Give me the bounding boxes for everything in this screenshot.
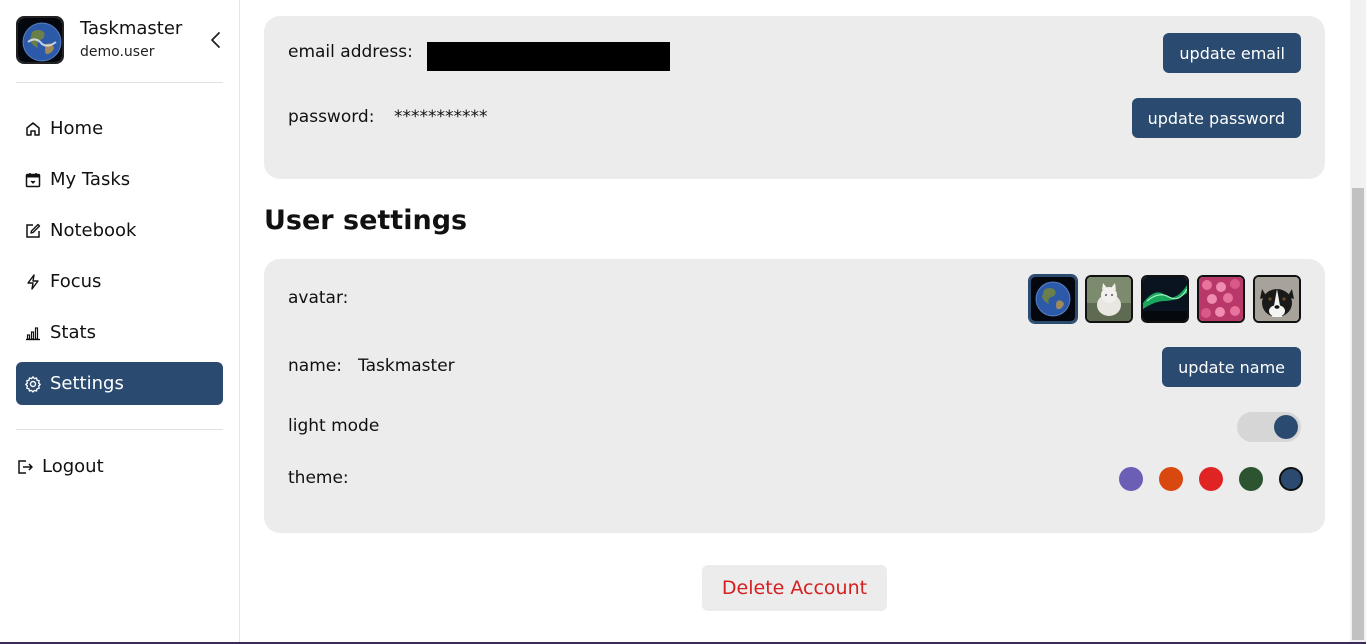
earth-icon — [18, 18, 62, 62]
sidebar-divider — [16, 429, 223, 430]
logout-button[interactable]: Logout — [16, 456, 104, 477]
profile-avatar — [16, 16, 64, 64]
email-label: email address: — [288, 42, 413, 62]
avatar-label: avatar: — [288, 288, 349, 308]
gear-icon — [25, 375, 41, 393]
sidebar-item-label: Focus — [50, 271, 102, 292]
avatar-option-aurora[interactable] — [1141, 275, 1189, 323]
account-card: email address: update email password: **… — [264, 16, 1325, 179]
theme-option-green[interactable] — [1239, 467, 1263, 491]
theme-option-purple[interactable] — [1119, 467, 1143, 491]
sidebar-item-my-tasks[interactable]: My Tasks — [16, 158, 223, 201]
update-email-button[interactable]: update email — [1163, 33, 1301, 73]
sidebar-item-label: My Tasks — [50, 169, 131, 190]
sidebar: Taskmaster demo.user Home My Tasks Noteb… — [0, 0, 240, 644]
sidebar-item-home[interactable]: Home — [16, 107, 223, 150]
avatar-option-cat[interactable] — [1085, 275, 1133, 323]
user-settings-title: User settings — [264, 205, 468, 236]
theme-label: theme: — [288, 468, 349, 488]
update-password-button[interactable]: update password — [1131, 98, 1301, 138]
sidebar-nav: Home My Tasks Notebook Focus Stats Setti… — [16, 107, 223, 413]
light-mode-toggle[interactable] — [1237, 412, 1301, 442]
logout-icon — [18, 459, 33, 474]
scrollbar-thumb[interactable] — [1352, 188, 1364, 640]
sidebar-item-focus[interactable]: Focus — [16, 260, 223, 303]
sidebar-item-label: Settings — [50, 373, 124, 394]
app: Taskmaster demo.user Home My Tasks Noteb… — [0, 0, 1366, 644]
theme-picker — [1119, 467, 1303, 491]
lightning-icon — [27, 273, 39, 290]
logout-label: Logout — [42, 456, 104, 477]
delete-account-button[interactable]: Delete Account — [702, 565, 887, 611]
password-label: password: — [288, 107, 375, 127]
sidebar-item-label: Stats — [50, 322, 96, 343]
sidebar-item-label: Notebook — [50, 220, 137, 241]
theme-option-blue[interactable] — [1279, 467, 1303, 491]
profile-name: Taskmaster — [80, 18, 183, 39]
bar-chart-icon — [26, 326, 40, 340]
toggle-knob — [1274, 415, 1298, 439]
avatar-picker — [1029, 275, 1301, 323]
profile-header: Taskmaster demo.user — [16, 16, 223, 83]
profile-username: demo.user — [80, 44, 155, 60]
sidebar-item-label: Home — [50, 118, 104, 139]
name-label: name: — [288, 356, 342, 376]
theme-option-red[interactable] — [1199, 467, 1223, 491]
name-value: Taskmaster — [358, 356, 455, 376]
scrollbar[interactable] — [1350, 0, 1366, 644]
light-mode-label: light mode — [288, 416, 380, 436]
chevron-left-icon[interactable] — [208, 30, 224, 50]
edit-icon — [26, 223, 41, 238]
user-settings-card: avatar: name: Taskmaster update name lig… — [264, 259, 1325, 533]
avatar-option-flowers[interactable] — [1197, 275, 1245, 323]
update-name-button[interactable]: update name — [1162, 347, 1301, 387]
calendar-icon — [25, 172, 41, 187]
password-value: *********** — [394, 107, 488, 127]
avatar-option-dog[interactable] — [1253, 275, 1301, 323]
avatar-option-earth[interactable] — [1029, 275, 1077, 323]
home-icon — [26, 121, 40, 136]
sidebar-item-settings[interactable]: Settings — [16, 362, 223, 405]
sidebar-item-stats[interactable]: Stats — [16, 311, 223, 354]
settings-main: email address: update email password: **… — [240, 0, 1350, 644]
theme-option-orange[interactable] — [1159, 467, 1183, 491]
sidebar-item-notebook[interactable]: Notebook — [16, 209, 223, 252]
email-value-redacted — [427, 42, 670, 71]
